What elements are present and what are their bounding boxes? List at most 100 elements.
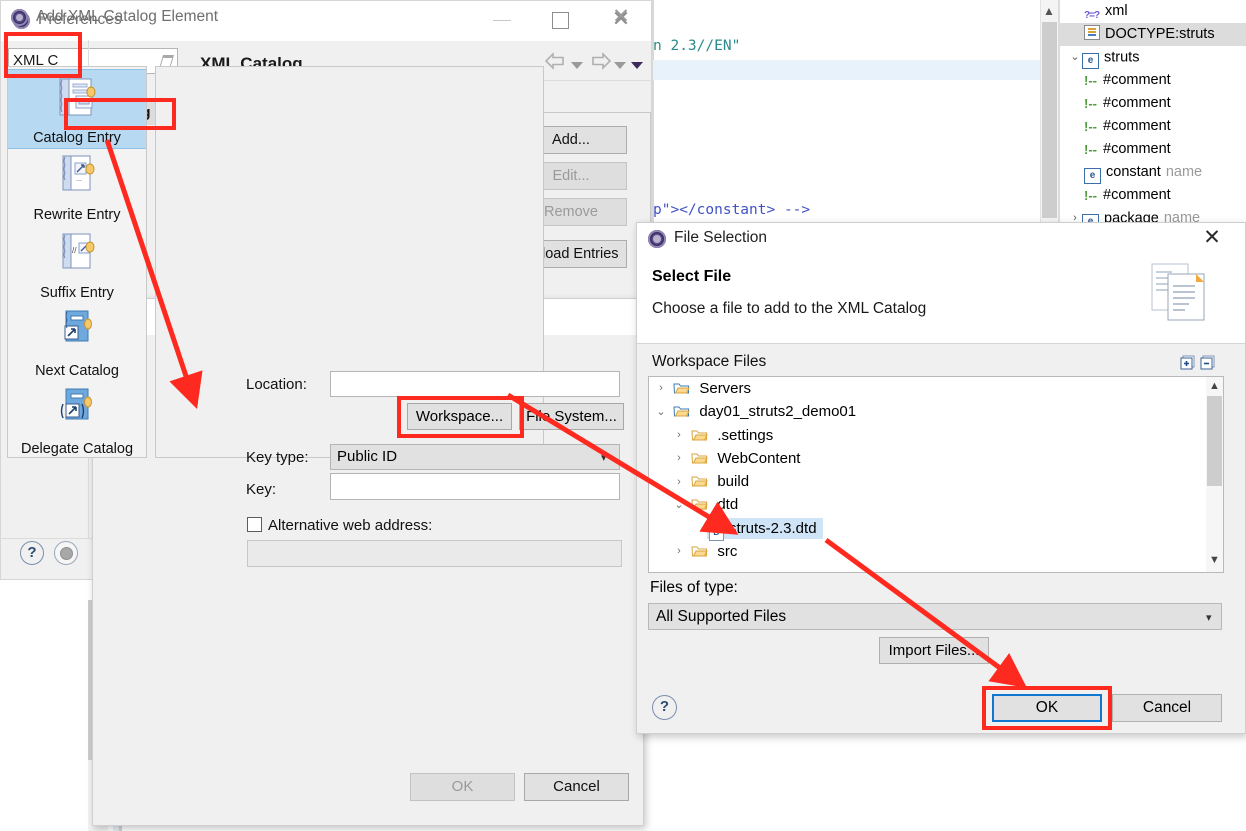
folder-icon xyxy=(691,544,708,558)
file-selection-heading: Select File xyxy=(652,268,732,285)
key-label: Key: xyxy=(246,481,277,498)
view-menu-caret-icon[interactable] xyxy=(630,57,644,69)
alternative-web-address-input xyxy=(247,540,622,567)
alternative-web-address-checkbox[interactable] xyxy=(247,517,262,532)
outline-row[interactable]: ?=? xml xyxy=(1060,0,1246,23)
outline-row-attr: name xyxy=(1165,164,1203,180)
add-catalog-dialog-title: Add XML Catalog Element xyxy=(36,8,219,25)
workspace-files-label: Workspace Files xyxy=(652,353,767,370)
list-item-selected[interactable]: Dstruts-2.3.dtd xyxy=(649,517,1223,541)
list-item[interactable]: › WebContent xyxy=(649,447,1223,470)
outline-row[interactable]: ⌄ e struts xyxy=(1060,46,1246,70)
apply-icon[interactable] xyxy=(54,541,78,565)
outline-row[interactable]: !-- #comment xyxy=(1060,92,1246,115)
next-catalog-icon xyxy=(56,309,98,353)
eclipse-app-icon xyxy=(648,230,666,248)
scroll-up-icon[interactable]: ▲ xyxy=(1206,378,1223,395)
list-item[interactable]: › src xyxy=(649,540,1223,563)
help-icon[interactable]: ? xyxy=(20,541,44,565)
expand-all-icon[interactable] xyxy=(1180,355,1196,371)
close-icon[interactable]: ✕ xyxy=(1199,227,1225,251)
editor-scrollbar-thumb[interactable] xyxy=(1042,22,1057,218)
location-label: Location: xyxy=(246,376,307,393)
folder-icon xyxy=(691,497,708,511)
list-item[interactable]: ⌄ dtd xyxy=(649,493,1223,516)
catalog-type-label: Suffix Entry xyxy=(40,285,114,301)
alternative-web-address-label: Alternative web address: xyxy=(268,517,433,534)
list-item[interactable]: › Servers xyxy=(649,377,1223,400)
processing-instruction-icon: ?=? xyxy=(1084,10,1100,21)
minimize-button[interactable] xyxy=(488,10,518,30)
outline-row[interactable]: !-- #comment xyxy=(1060,69,1246,92)
comment-icon: !-- xyxy=(1084,188,1097,203)
close-icon[interactable]: ✕ xyxy=(608,6,634,30)
key-type-value: Public ID xyxy=(337,448,398,465)
outline-row-label: struts xyxy=(1104,49,1140,66)
list-item-label: build xyxy=(717,473,750,491)
outline-view[interactable]: ?=? xml DOCTYPE:struts ⌄ e struts !-- #comme… xyxy=(1060,0,1246,240)
catalog-type-rewrite-entry[interactable]: ... Rewrite Entry xyxy=(8,147,146,225)
list-item[interactable]: › build xyxy=(649,470,1223,493)
file-selection-dialog-title: File Selection xyxy=(674,229,768,246)
chevron-down-icon[interactable]: ⌄ xyxy=(1068,46,1082,69)
add-catalog-cancel-button[interactable]: Cancel xyxy=(524,773,629,801)
collapse-all-icon[interactable] xyxy=(1200,355,1216,371)
back-history-caret-icon[interactable] xyxy=(570,57,584,69)
list-item-label: Servers xyxy=(699,380,752,397)
catalog-type-label: Next Catalog xyxy=(35,363,119,379)
chevron-down-icon[interactable]: ▾ xyxy=(1206,611,1212,624)
catalog-type-suffix-entry[interactable]: // Suffix Entry xyxy=(8,225,146,303)
chevron-right-icon[interactable]: › xyxy=(671,471,687,494)
chevron-right-icon[interactable]: › xyxy=(671,424,687,447)
search-field-highlight xyxy=(4,32,82,78)
import-files-button[interactable]: Import Files... xyxy=(879,637,989,664)
file-selection-cancel-button[interactable]: Cancel xyxy=(1112,694,1222,722)
list-item-label: WebContent xyxy=(717,449,801,467)
outline-row-label: #comment xyxy=(1103,118,1171,134)
back-arrow-icon[interactable] xyxy=(544,52,566,70)
eclipse-app-icon xyxy=(11,9,28,26)
outline-row-label: xml xyxy=(1105,3,1128,19)
key-input[interactable] xyxy=(330,473,620,500)
catalog-type-next-catalog[interactable]: Next Catalog xyxy=(8,303,146,381)
list-item-label: day01_struts2_demo01 xyxy=(699,403,857,421)
workspace-files-tree[interactable]: › Servers ⌄ day01_struts2_demo01 › .sett… xyxy=(648,376,1224,573)
comment-icon: !-- xyxy=(1084,96,1097,111)
chevron-right-icon[interactable]: › xyxy=(671,540,687,563)
location-input[interactable] xyxy=(330,371,620,397)
delegate-catalog-icon xyxy=(56,387,98,431)
list-item-label: struts-2.3.dtd xyxy=(729,519,817,537)
editor-current-line-highlight xyxy=(653,60,1065,80)
chevron-down-icon[interactable]: ▾ xyxy=(601,451,607,464)
comment-icon: !-- xyxy=(1084,119,1097,134)
outline-row[interactable]: !-- #comment xyxy=(1060,138,1246,161)
list-item[interactable]: ⌄ day01_struts2_demo01 xyxy=(649,400,1223,423)
list-item[interactable]: › .settings xyxy=(649,424,1223,447)
editor-scroll-up-icon[interactable]: ▲ xyxy=(1040,2,1058,20)
file-system-button[interactable]: File System... xyxy=(519,403,624,430)
workspace-scrollbar-thumb[interactable] xyxy=(1207,396,1222,486)
outline-row-label: #comment xyxy=(1103,141,1171,157)
comment-icon: !-- xyxy=(1084,73,1097,88)
outline-row-label: #comment xyxy=(1103,187,1171,203)
chevron-down-icon[interactable]: ⌄ xyxy=(671,494,687,517)
outline-row[interactable]: !-- #comment xyxy=(1060,115,1246,138)
forward-arrow-icon[interactable] xyxy=(590,52,612,70)
outline-row[interactable]: !-- #comment xyxy=(1060,184,1246,207)
outline-row[interactable]: e constant name xyxy=(1060,161,1246,184)
folder-icon xyxy=(691,428,708,442)
outline-row[interactable]: DOCTYPE:struts xyxy=(1060,23,1246,46)
key-type-label: Key type: xyxy=(246,449,309,466)
editor-code-line-1: n 2.3//EN" xyxy=(653,38,741,54)
chevron-right-icon[interactable]: › xyxy=(671,447,687,470)
forward-history-caret-icon[interactable] xyxy=(613,57,627,69)
outline-row-label: #comment xyxy=(1103,72,1171,88)
help-icon[interactable]: ? xyxy=(652,695,677,720)
maximize-button[interactable] xyxy=(552,12,569,29)
catalog-type-delegate-catalog[interactable]: Delegate Catalog xyxy=(8,381,146,459)
element-icon: e xyxy=(1084,168,1101,184)
scroll-down-icon[interactable]: ▼ xyxy=(1206,552,1223,569)
file-selection-banner-icon xyxy=(1150,262,1226,324)
chevron-down-icon[interactable]: ⌄ xyxy=(653,401,669,424)
chevron-right-icon[interactable]: › xyxy=(653,377,669,400)
